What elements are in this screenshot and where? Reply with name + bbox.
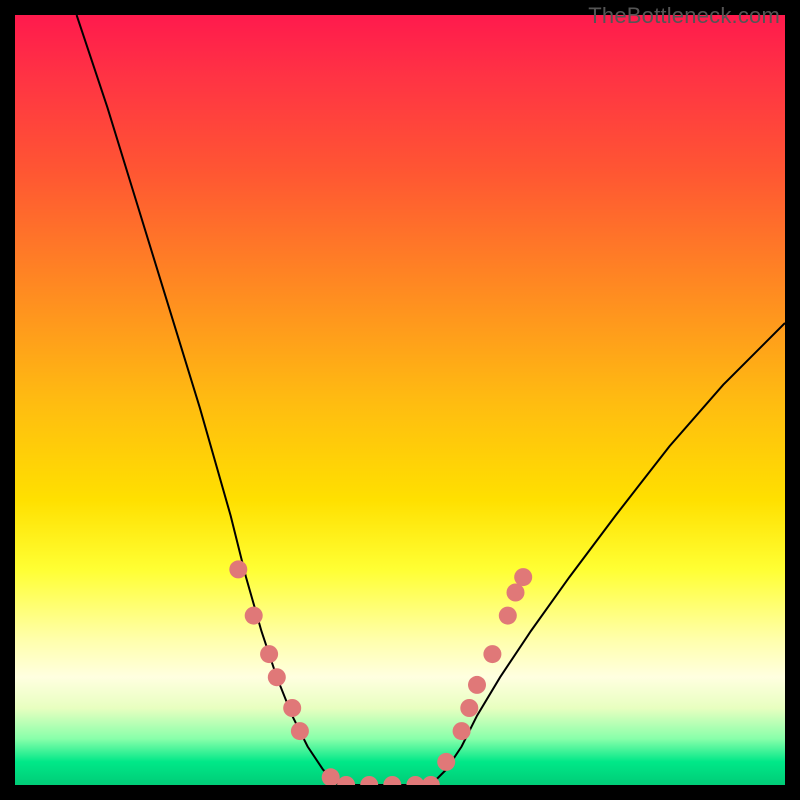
bottleneck-curve <box>77 15 785 785</box>
data-point <box>260 645 278 663</box>
data-point <box>360 776 378 785</box>
data-point <box>499 607 517 625</box>
data-point <box>483 645 501 663</box>
data-point <box>406 776 424 785</box>
data-point <box>337 776 355 785</box>
data-point <box>460 699 478 717</box>
watermark-text: TheBottleneck.com <box>588 3 780 29</box>
data-point <box>229 560 247 578</box>
data-point <box>468 676 486 694</box>
data-point <box>291 722 309 740</box>
data-point <box>453 722 471 740</box>
data-point <box>268 668 286 686</box>
marker-layer <box>229 560 532 785</box>
data-point <box>507 584 525 602</box>
curve-layer <box>77 15 785 785</box>
data-point <box>437 753 455 771</box>
data-point <box>283 699 301 717</box>
data-point <box>514 568 532 586</box>
data-point <box>245 607 263 625</box>
chart-svg <box>15 15 785 785</box>
plot-area <box>15 15 785 785</box>
data-point <box>383 776 401 785</box>
chart-frame: TheBottleneck.com <box>0 0 800 800</box>
